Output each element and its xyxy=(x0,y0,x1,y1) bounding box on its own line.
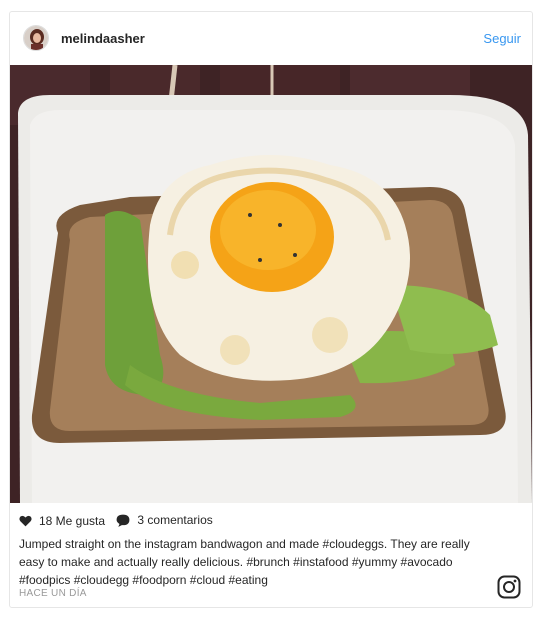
heart-icon[interactable] xyxy=(19,515,32,527)
post-header: melindaasher Seguir xyxy=(10,12,532,66)
username[interactable]: melindaasher xyxy=(61,31,145,46)
instagram-icon[interactable] xyxy=(497,575,521,599)
comments-group[interactable]: 3 comentarios xyxy=(116,513,213,527)
post-photo[interactable] xyxy=(10,65,532,503)
comments-count: 3 comentarios xyxy=(137,513,213,527)
post-timestamp[interactable]: HACE UN DÍA xyxy=(19,588,87,599)
comment-bubble-icon[interactable] xyxy=(116,514,130,527)
like-group[interactable]: 18 Me gusta xyxy=(19,514,105,528)
follow-button[interactable]: Seguir xyxy=(483,31,521,46)
instagram-post-card: melindaasher Seguir 18 Me gusta 3 coment… xyxy=(9,11,533,608)
avatar[interactable] xyxy=(23,25,49,51)
post-caption: Jumped straight on the instagram bandwag… xyxy=(19,537,470,587)
post-actions: 18 Me gusta 3 comentarios xyxy=(19,513,221,531)
likes-count: 18 Me gusta xyxy=(39,513,106,528)
